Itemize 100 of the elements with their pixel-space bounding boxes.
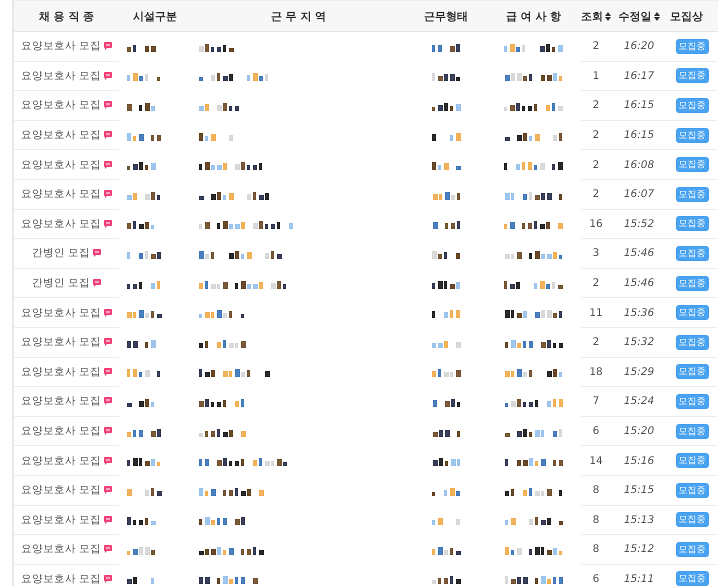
updated-time: 15:15: [624, 484, 654, 496]
job-title-link[interactable]: 요양보호사 모집: [20, 454, 102, 468]
chat-bubble-icon: [104, 160, 112, 169]
job-title-link[interactable]: 요양보호사 모집: [20, 306, 102, 320]
status-badge: 모집중: [676, 38, 708, 54]
blurred-text: [127, 307, 162, 320]
column-header: 급 여 사 항: [506, 8, 562, 24]
updated-time: 15:20: [624, 425, 654, 438]
status-badge: 모집중: [676, 276, 708, 291]
column-header[interactable]: 수정일: [618, 8, 652, 24]
chat-bubble-icon: [104, 338, 112, 346]
blurred-text: [432, 573, 460, 586]
blurred-text: [432, 455, 460, 468]
column-header: 근무형태: [424, 8, 468, 24]
view-count: 2: [592, 188, 600, 200]
updated-time: 16:08: [624, 158, 654, 171]
status-badge: 모집중: [676, 128, 708, 143]
job-title-link[interactable]: 요양보호사 모집: [20, 572, 102, 586]
blurred-text: [199, 70, 268, 82]
job-title-link[interactable]: 요양보호사 모집: [20, 158, 102, 172]
chat-bubble-icon: [104, 131, 112, 140]
view-count: 2: [592, 277, 600, 290]
column-header: 채 용 직 종: [38, 8, 94, 24]
blurred-text: [505, 366, 562, 378]
job-title-link[interactable]: 요양보호사 모집: [20, 98, 102, 112]
updated-time: 15:29: [624, 366, 654, 378]
blurred-text: [504, 514, 562, 526]
chat-bubble-icon: [104, 220, 112, 228]
view-count: 2: [592, 336, 600, 348]
job-title-link[interactable]: 요양보호사 모집: [20, 364, 102, 379]
status-badge: 모집중: [676, 157, 708, 172]
status-badge: 모집중: [676, 542, 708, 557]
view-count: 8: [592, 484, 600, 496]
blurred-text: [432, 307, 460, 320]
job-title-link[interactable]: 간병인 모집: [32, 276, 90, 290]
chat-bubble-icon: [104, 397, 112, 406]
sort-icon[interactable]: [654, 12, 660, 20]
blurred-text: [199, 573, 258, 586]
view-count: 14: [589, 454, 603, 467]
updated-time: 15:46: [624, 277, 654, 290]
status-badge: 모집중: [676, 334, 708, 350]
chat-bubble-icon: [104, 486, 112, 494]
job-title-link[interactable]: 요양보호사 모집: [20, 216, 102, 231]
status-badge: 모집중: [676, 246, 708, 261]
job-title-link[interactable]: 요양보호사 모집: [20, 187, 102, 202]
job-title-link[interactable]: 요양보호사 모집: [20, 542, 102, 556]
chat-bubble-icon: [104, 427, 112, 436]
job-title-link[interactable]: 요양보호사 모집: [20, 68, 102, 83]
chat-bubble-icon: [104, 190, 112, 198]
blurred-text: [504, 455, 562, 468]
updated-time: 15:13: [624, 514, 654, 526]
updated-time: 15:52: [624, 218, 654, 230]
blurred-text: [199, 514, 245, 526]
updated-time: 15:11: [624, 572, 654, 585]
job-title-link[interactable]: 요양보호사 모집: [20, 128, 102, 142]
chat-bubble-icon: [104, 456, 112, 465]
job-title-link[interactable]: 요양보호사 모집: [20, 424, 102, 438]
view-count: 2: [592, 40, 600, 52]
blurred-text: [504, 159, 563, 172]
blurred-text: [127, 218, 154, 230]
blurred-text: [432, 366, 460, 378]
view-count: 18: [589, 366, 603, 378]
blurred-text: [505, 70, 562, 82]
updated-time: 15:16: [624, 454, 654, 467]
status-badge: 모집중: [676, 68, 708, 84]
chat-bubble-icon: [104, 574, 112, 583]
chat-bubble-icon: [104, 308, 112, 317]
blurred-text: [199, 159, 262, 172]
status-badge: 모집중: [676, 216, 708, 232]
view-count: 2: [592, 158, 600, 171]
blurred-text: [505, 307, 562, 320]
job-title-link[interactable]: 요양보호사 모집: [20, 335, 102, 350]
view-count: 2: [592, 99, 600, 112]
chat-bubble-icon: [104, 368, 112, 376]
chat-bubble-icon: [104, 516, 112, 524]
chat-bubble-icon: [104, 101, 112, 110]
chat-bubble-icon: [104, 42, 112, 50]
job-title-link[interactable]: 요양보호사 모집: [20, 39, 102, 54]
status-badge: 모집중: [676, 571, 708, 586]
updated-time: 16:20: [624, 40, 654, 52]
blurred-text: [432, 159, 460, 172]
job-title-link[interactable]: 요양보호사 모집: [20, 394, 102, 408]
status-badge: 모집중: [676, 364, 708, 380]
blurred-text: [199, 366, 270, 378]
blurred-text: [127, 70, 160, 82]
chat-bubble-icon: [93, 249, 102, 258]
job-title-link[interactable]: 요양보호사 모집: [20, 483, 102, 498]
view-count: 6: [592, 425, 600, 438]
view-count: 1: [592, 70, 600, 82]
updated-time: 16:15: [624, 99, 654, 112]
status-badge: 모집중: [676, 394, 708, 409]
column-header[interactable]: 조회: [581, 8, 603, 24]
view-count: 11: [589, 306, 603, 319]
view-count: 6: [592, 572, 600, 585]
job-title-link[interactable]: 요양보호사 모집: [20, 512, 102, 527]
sort-icon[interactable]: [605, 12, 611, 20]
column-header: 모집상: [670, 8, 703, 24]
status-badge: 모집중: [676, 424, 708, 439]
view-count: 2: [592, 129, 600, 142]
job-title-link[interactable]: 간병인 모집: [32, 246, 90, 260]
